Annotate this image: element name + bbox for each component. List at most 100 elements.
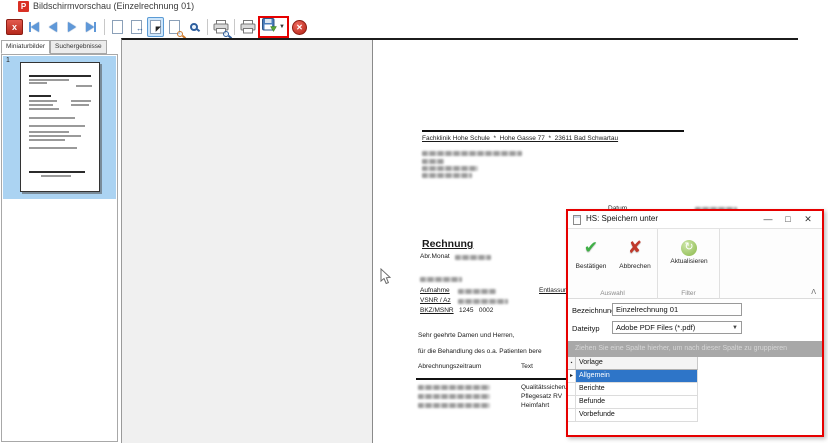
redacted-text	[455, 255, 491, 260]
invoice-row-text: Qualitätssicheru	[521, 384, 568, 391]
close-icon[interactable]: ✕	[798, 211, 818, 228]
redacted-text	[418, 394, 490, 400]
table-col1-header: Abrechnungszeitraum	[418, 363, 481, 370]
close-icon[interactable]: x	[6, 19, 23, 35]
dateityp-label: Dateityp	[572, 324, 600, 333]
redacted-text	[422, 173, 472, 178]
chevron-down-icon: ▼	[732, 325, 738, 331]
redacted-text	[422, 159, 444, 164]
grid-header[interactable]: ▪ Vorlage	[568, 357, 698, 370]
invoice-table-rows: Qualitätssicheru Pflegesatz RV Heimfahrt	[418, 383, 568, 410]
app-icon: P	[18, 1, 29, 12]
magnifier-icon[interactable]	[185, 17, 202, 37]
document-icon	[573, 215, 581, 225]
print-preview-icon[interactable]	[212, 17, 229, 37]
mouse-cursor	[380, 268, 392, 291]
save-dialog: HS: Speichern unter — □ ✕ ✔ Bestätigen ✘…	[566, 209, 824, 437]
print-icon[interactable]	[239, 17, 256, 37]
save-export-icon[interactable]	[262, 18, 277, 37]
sidebar-tabs: Miniaturbilder Suchergebnisse	[1, 40, 118, 54]
document-rule	[422, 130, 684, 132]
confirm-button[interactable]: ✔ Bestätigen	[569, 235, 613, 270]
tab-suchergebnisse[interactable]: Suchergebnisse	[50, 40, 107, 54]
dialog-title: HS: Speichern unter	[586, 214, 658, 223]
pointer-tool-icon[interactable]: ◤	[147, 17, 164, 37]
previous-page-icon[interactable]	[44, 17, 61, 37]
invoice-row: Qualitätssicheru	[418, 383, 568, 392]
invoice-row-text: Pflegesatz RV	[521, 393, 562, 400]
window-title: Bildschirmvorschau (Einzelrechnung 01)	[33, 1, 194, 11]
grid-corner-icon: ▪	[568, 357, 576, 369]
app-window: P Bildschirmvorschau (Einzelrechnung 01)…	[0, 0, 828, 443]
thumbnail-page[interactable]	[20, 62, 100, 192]
grid-cell[interactable]: Allgemein	[576, 370, 697, 382]
groupby-hint-bar[interactable]: Ziehen Sie eine Spalte hierher, um nach …	[568, 341, 822, 357]
invoice-row-text: Heimfahrt	[521, 402, 549, 409]
dialog-titlebar[interactable]: HS: Speichern unter — □ ✕	[568, 211, 822, 229]
minimize-icon[interactable]: —	[758, 211, 778, 228]
collapse-chevron-icon[interactable]: ᐱ	[811, 288, 816, 296]
bezeichnung-input[interactable]	[612, 303, 742, 316]
cancel-button[interactable]: ✘ Abbrechen	[613, 235, 657, 270]
refresh-label: Aktualisieren	[667, 258, 711, 265]
redacted-text	[422, 166, 478, 171]
grid-cell[interactable]: Vorbefunde	[576, 409, 697, 421]
last-page-icon[interactable]	[82, 17, 99, 37]
separator	[231, 18, 237, 36]
dateityp-select[interactable]: Adobe PDF Files (*.pdf) ▼	[612, 321, 742, 334]
dateityp-value: Adobe PDF Files (*.pdf)	[616, 323, 732, 332]
confirm-label: Bestätigen	[569, 263, 613, 270]
invoice-title: Rechnung	[422, 238, 473, 250]
grid-cell[interactable]: Berichte	[576, 383, 697, 395]
bkz-value: 1245 0002	[459, 307, 493, 314]
zoom-page-icon[interactable]	[166, 17, 183, 37]
grid-row[interactable]: Befunde	[568, 396, 698, 409]
thumbnail-selected[interactable]: 1	[3, 56, 116, 199]
sidebar: Miniaturbilder Suchergebnisse 1	[1, 40, 118, 442]
invoice-row: Heimfahrt	[418, 401, 568, 410]
sender-line: Fachklinik Hohe Schule * Hohe Gasse 77 *…	[422, 135, 618, 142]
redacted-text	[458, 299, 508, 304]
refresh-button[interactable]: ↻ Aktualisieren	[667, 235, 711, 265]
bkz-label: BKZ/MSNR	[420, 307, 454, 314]
aufnahme-label: Aufnahme	[420, 287, 450, 294]
first-page-icon[interactable]	[25, 17, 42, 37]
tab-miniaturbilder[interactable]: Miniaturbilder	[1, 40, 50, 54]
next-page-icon[interactable]	[63, 17, 80, 37]
separator	[101, 18, 107, 36]
abr-monat-label: Abr.Monat	[420, 253, 450, 260]
dropdown-caret-icon[interactable]: ▼	[279, 24, 285, 30]
grid-row[interactable]: Vorbefunde	[568, 409, 698, 422]
floppy-glyph	[262, 18, 277, 32]
grid-column-header[interactable]: Vorlage	[576, 357, 697, 369]
save-button-annotation: ▼	[258, 16, 289, 38]
grid-row[interactable]: ▸Allgemein	[568, 370, 698, 383]
salutation: Sehr geehrte Damen und Herren,	[418, 332, 514, 339]
thumbnail-page-number: 1	[6, 57, 10, 64]
redacted-text	[458, 289, 496, 294]
group-caption: Filter	[658, 290, 719, 297]
whole-page-icon[interactable]	[109, 17, 126, 37]
body-line: für die Behandlung des o.a. Patienten be…	[418, 348, 542, 355]
grid-row[interactable]: Berichte	[568, 383, 698, 396]
vorlage-grid-rows: ▸AllgemeinBerichteBefundeVorbefunde	[568, 370, 822, 422]
stop-icon[interactable]: ✕	[292, 20, 307, 35]
redacted-text	[418, 403, 490, 409]
refresh-icon: ↻	[681, 240, 697, 256]
separator	[204, 18, 210, 36]
vsnr-label: VSNR / Az	[420, 297, 451, 304]
redacted-text	[420, 277, 462, 282]
grid-cell[interactable]: Befunde	[576, 396, 697, 408]
bezeichnung-label: Bezeichnung	[572, 306, 615, 315]
redacted-text	[418, 385, 490, 391]
vorlage-grid: ▪ Vorlage ▸AllgemeinBerichteBefundeVorbe…	[568, 357, 822, 435]
titlebar: P Bildschirmvorschau (Einzelrechnung 01)	[0, 0, 828, 14]
printer-glyph	[240, 20, 256, 34]
toolbar: x ↔ ◤	[6, 16, 308, 38]
x-icon: ✘	[613, 235, 657, 261]
fit-width-icon[interactable]: ↔	[128, 17, 145, 37]
group-filter: ↻ Aktualisieren Filter	[658, 229, 720, 299]
maximize-icon[interactable]: □	[778, 211, 798, 228]
row-indicator	[568, 409, 576, 421]
cancel-label: Abbrechen	[613, 263, 657, 270]
